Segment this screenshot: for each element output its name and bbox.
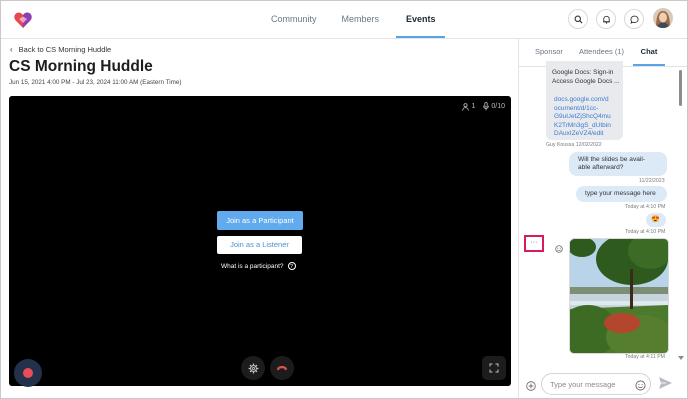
link-preview-text: Google Docs: Sign-in Access Google Docs …	[552, 69, 620, 86]
panel-divider	[518, 38, 519, 398]
microphone-icon	[483, 102, 490, 111]
fullscreen-icon	[489, 363, 499, 373]
back-link-label: Back to CS Morning Huddle	[18, 45, 112, 54]
message-meta: Today at 4:11 PM	[625, 354, 665, 360]
chat-image[interactable]	[569, 238, 669, 354]
gear-icon	[248, 363, 258, 373]
app-window: Community Members Events ‹ Back to CS Mo…	[0, 0, 688, 399]
send-icon	[659, 377, 672, 389]
message-meta: Guy Koussa 12/02/2022	[546, 142, 602, 148]
chat-message-question: Will the slides be avail- able afterward…	[569, 152, 667, 176]
add-attachment-button[interactable]	[526, 378, 536, 396]
emoji-picker-button[interactable]	[635, 378, 646, 396]
mic-count-value: 0/10	[491, 103, 505, 110]
chat-message-emoji: 😍	[646, 213, 666, 227]
back-link[interactable]: ‹ Back to CS Morning Huddle	[10, 45, 111, 54]
message-text: type your message here	[585, 190, 656, 197]
nav-members[interactable]: Members	[334, 1, 388, 38]
event-title: CS Morning Huddle	[9, 58, 153, 75]
nav-links: Community Members Events	[263, 1, 454, 38]
notifications-button[interactable]	[596, 9, 616, 29]
link-preview-line: Google Docs: Sign-in	[552, 69, 614, 76]
scroll-down-arrow-icon[interactable]	[678, 356, 684, 360]
message-meta: 11/22/2023	[639, 178, 665, 184]
join-participant-button[interactable]: Join as a Participant	[217, 211, 303, 230]
person-icon	[462, 102, 470, 111]
record-button[interactable]	[14, 359, 42, 387]
message-input[interactable]	[550, 378, 628, 390]
message-line: Will the slides be avail-	[578, 156, 646, 163]
chat-message-link: Google Docs: Sign-in Access Google Docs …	[546, 61, 623, 140]
message-line: able afterward?	[578, 164, 624, 172]
chat-bubble-icon	[629, 15, 639, 24]
link-line: K2TrMn3gS_dUtbin	[554, 121, 611, 129]
question-icon: ?	[287, 262, 296, 270]
logo-icon[interactable]	[13, 10, 33, 30]
link-line: ocument/d/1cc-	[554, 104, 599, 112]
participants-count: 1	[462, 102, 476, 111]
chat-message-text: type your message here	[576, 186, 667, 202]
send-button[interactable]	[658, 376, 673, 395]
record-dot-icon	[23, 368, 33, 378]
react-button[interactable]	[555, 240, 563, 258]
chat-composer	[519, 369, 687, 398]
user-avatar[interactable]	[653, 8, 673, 28]
top-nav: Community Members Events	[1, 1, 687, 39]
leave-call-button[interactable]	[270, 356, 294, 380]
emoji-heart-eyes-icon: 😍	[651, 216, 660, 223]
link-line: docs.google.com/d	[554, 96, 609, 103]
message-input-box	[541, 373, 651, 395]
smiley-icon	[635, 380, 646, 391]
link-preview-line: Access Google Docs ...	[552, 77, 620, 85]
join-listener-button[interactable]: Join as a Listener	[217, 236, 302, 254]
shared-doc-link[interactable]: docs.google.com/d ocument/d/1cc- G9uUetZ…	[554, 96, 611, 139]
smiley-icon	[555, 245, 563, 253]
event-stage: 1 0/10 Join as a Participant Join as a L…	[9, 96, 511, 386]
link-line: DAuxIZeVZ4/edit	[554, 130, 604, 137]
tab-chat[interactable]: Chat	[633, 38, 665, 66]
messages-button[interactable]	[624, 9, 644, 29]
participants-count-value: 1	[471, 103, 476, 110]
settings-button[interactable]	[241, 356, 265, 380]
mic-count: 0/10	[483, 102, 505, 111]
search-button[interactable]	[568, 9, 588, 29]
participant-help-label: What is a participant?	[221, 262, 284, 270]
message-meta: Today at 4:10 PM	[625, 229, 666, 235]
message-more-button[interactable]: ···	[524, 235, 544, 252]
link-line: G9uUetZjShcQ4mu	[554, 113, 611, 120]
fullscreen-button[interactable]	[482, 356, 506, 380]
nav-community[interactable]: Community	[263, 1, 325, 38]
search-icon	[574, 15, 583, 24]
message-meta: Today at 4:10 PM	[625, 204, 666, 210]
chevron-left-icon: ‹	[10, 45, 13, 54]
plus-circle-icon	[526, 381, 536, 391]
event-dates: Jun 15, 2021 4:00 PM - Jul 23, 2024 11:0…	[9, 79, 182, 86]
chat-scrollbar[interactable]	[678, 66, 684, 368]
hang-up-icon	[277, 366, 287, 371]
stage-counts: 1 0/10	[454, 102, 505, 111]
bell-icon	[602, 15, 610, 24]
chat-scrollbar-thumb[interactable]	[679, 70, 682, 106]
participant-help-link[interactable]: What is a participant? ?	[221, 262, 296, 270]
nav-events[interactable]: Events	[396, 1, 445, 38]
